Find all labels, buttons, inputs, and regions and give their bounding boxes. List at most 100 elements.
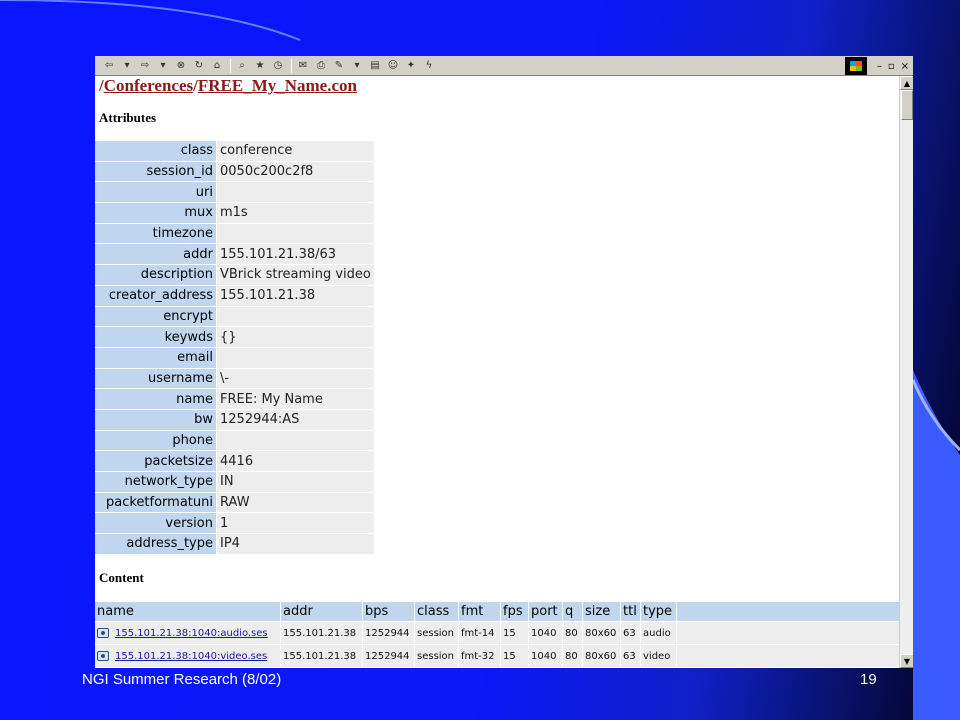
slide-footer-title: NGI Summer Research (8/02) (82, 671, 282, 688)
attribute-value: RAW (217, 492, 374, 513)
attribute-key: name (95, 389, 217, 409)
scrollbar-thumb[interactable] (901, 90, 913, 120)
content-heading: Content (99, 570, 144, 585)
attribute-key: encrypt (95, 306, 217, 327)
flash-icon[interactable]: ϟ (421, 58, 437, 74)
discuss-icon[interactable]: ▤ (367, 58, 383, 74)
attribute-row: addr 155.101.21.38/63 (95, 244, 374, 265)
cell-addr: 155.101.21.38 (281, 645, 363, 667)
cell-fmt: fmt-14 (459, 622, 501, 644)
edit-icon[interactable]: ✎ (331, 58, 347, 74)
session-file-icon[interactable] (97, 650, 109, 661)
attribute-row: address_type IP4 (95, 534, 374, 554)
cell-class: session (415, 622, 459, 644)
mail-icon[interactable]: ✉ (295, 58, 311, 74)
column-header-size[interactable]: size (583, 602, 621, 621)
print-icon[interactable]: ⎙ (313, 58, 329, 74)
column-header-bps[interactable]: bps (363, 602, 415, 621)
attribute-row: version 1 (95, 513, 374, 534)
attribute-key: bw (95, 409, 217, 430)
attribute-key: packetsize (95, 451, 217, 471)
scroll-up-icon[interactable]: ▲ (900, 76, 913, 90)
cell-name: 155.101.21.38:1040:audio.ses (95, 622, 281, 644)
window-controls: – ▫ × (833, 56, 913, 76)
column-header-q[interactable]: q (563, 602, 583, 621)
attribute-value (217, 306, 374, 327)
attribute-row: packetsize 4416 (95, 451, 374, 471)
attribute-value: 155.101.21.38 (217, 285, 374, 306)
attribute-value: \- (217, 368, 374, 389)
column-header-fps[interactable]: fps (501, 602, 529, 621)
scroll-down-icon[interactable]: ▼ (900, 654, 913, 668)
session-link[interactable]: 155.101.21.38:1040:audio.ses (115, 628, 268, 639)
attribute-row: description VBrick streaming video (95, 265, 374, 285)
attribute-row: creator_address 155.101.21.38 (95, 285, 374, 306)
search-icon[interactable]: ⌕ (234, 58, 250, 74)
page-content: /Conferences/FREE_My_Name.con Attributes… (95, 76, 899, 668)
attribute-value (217, 347, 374, 368)
session-file-icon[interactable] (97, 627, 109, 638)
breadcrumb-link-conference-file[interactable]: FREE_My_Name.con (198, 76, 357, 95)
column-header-ttl[interactable]: ttl (621, 602, 641, 621)
column-header-class[interactable]: class (415, 602, 459, 621)
attribute-value: conference (217, 141, 374, 161)
attribute-key: uri (95, 182, 217, 203)
cell-addr: 155.101.21.38 (281, 622, 363, 644)
favorites-icon[interactable]: ★ (252, 58, 268, 74)
attribute-value: VBrick streaming video (217, 265, 374, 285)
column-header-name[interactable]: name (95, 602, 281, 621)
attribute-key: session_id (95, 161, 217, 182)
media-icon[interactable]: ✦ (403, 58, 419, 74)
breadcrumb-link-conferences[interactable]: Conferences (104, 76, 193, 95)
cell-bps: 1252944 (363, 622, 415, 644)
messenger-icon[interactable]: ☺ (385, 58, 401, 74)
row-filler (677, 622, 899, 644)
attribute-value (217, 182, 374, 203)
home-icon[interactable]: ⌂ (209, 58, 225, 74)
dropdown-icon[interactable]: ▾ (119, 58, 135, 74)
session-link[interactable]: 155.101.21.38:1040:video.ses (115, 651, 267, 662)
slide-page-number: 19 (860, 671, 877, 688)
attribute-key: creator_address (95, 285, 217, 306)
column-header-type[interactable]: type (641, 602, 677, 621)
attribute-key: version (95, 513, 217, 534)
history-icon[interactable]: ◷ (270, 58, 286, 74)
column-header-addr[interactable]: addr (281, 602, 363, 621)
attribute-value: 4416 (217, 451, 374, 471)
table-row: 155.101.21.38:1040:video.ses 155.101.21.3… (95, 645, 899, 667)
restore-icon[interactable]: ▫ (888, 61, 895, 72)
cell-ttl: 63 (621, 645, 641, 667)
column-header-fmt[interactable]: fmt (459, 602, 501, 621)
attribute-key: network_type (95, 472, 217, 492)
attributes-heading: Attributes (99, 110, 157, 125)
cell-size: 80x60 (583, 622, 621, 644)
stop-icon[interactable]: ⊗ (173, 58, 189, 74)
cell-port: 1040 (529, 645, 563, 667)
vertical-scrollbar[interactable]: ▲ ▼ (899, 76, 913, 668)
attributes-table: class conference session_id 0050c200c2f8 uri… (95, 140, 374, 555)
close-icon[interactable]: × (901, 61, 909, 72)
attribute-key: timezone (95, 223, 217, 244)
attribute-key: username (95, 368, 217, 389)
cell-bps: 1252944 (363, 645, 415, 667)
attribute-value: {} (217, 327, 374, 347)
attribute-row: timezone (95, 223, 374, 244)
refresh-icon[interactable]: ↻ (191, 58, 207, 74)
attribute-row: encrypt (95, 306, 374, 327)
forward-icon[interactable]: ⇨ (137, 58, 153, 74)
attribute-row: name FREE: My Name (95, 389, 374, 409)
back-icon[interactable]: ⇦ (101, 58, 117, 74)
dropdown-icon[interactable]: ▾ (155, 58, 171, 74)
attribute-value: 1252944:AS (217, 409, 374, 430)
attribute-key: packetformatuni (95, 492, 217, 513)
attribute-key: keywds (95, 327, 217, 347)
dropdown-icon[interactable]: ▾ (349, 58, 365, 74)
row-filler (677, 645, 899, 667)
column-header-port[interactable]: port (529, 602, 563, 621)
attribute-row: session_id 0050c200c2f8 (95, 161, 374, 182)
attribute-value (217, 223, 374, 244)
minimize-icon[interactable]: – (877, 61, 882, 72)
browser-window: ⇦ ▾ ⇨ ▾ ⊗ ↻ ⌂ ⌕ ★ ◷ ✉ ⎙ ✎ ▾ ▤ ☺ ✦ ϟ – ▫ … (95, 56, 913, 668)
cell-name: 155.101.21.38:1040:video.ses (95, 645, 281, 667)
cell-class: session (415, 645, 459, 667)
